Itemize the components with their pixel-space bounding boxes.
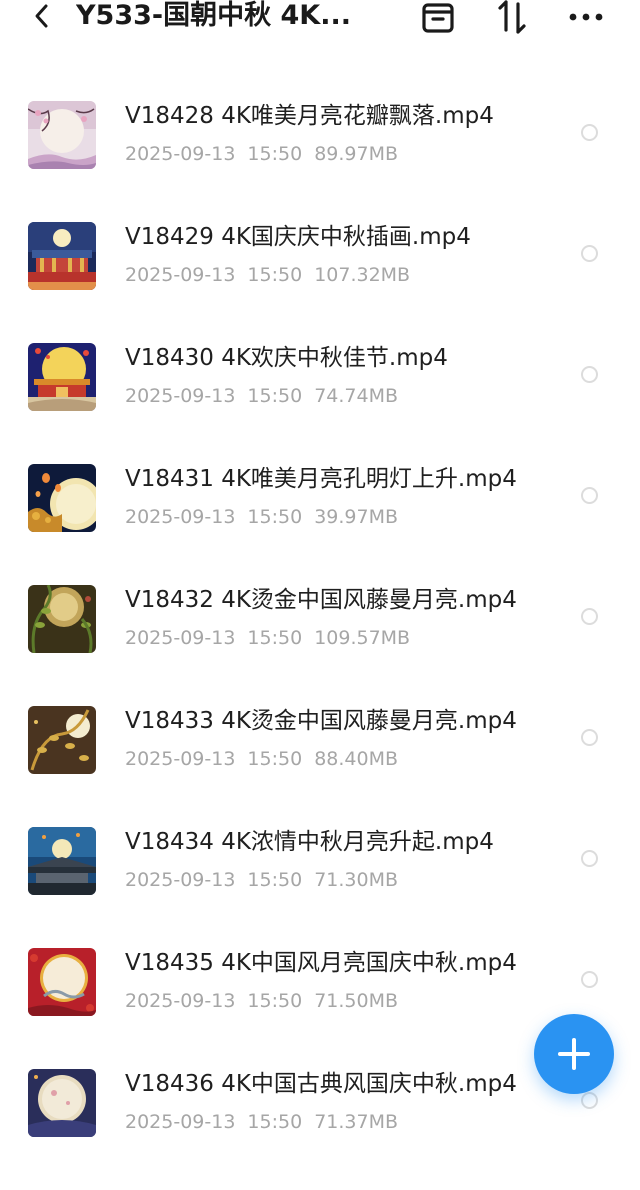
file-size: 107.32MB [314, 264, 411, 286]
video-thumbnail [28, 222, 96, 290]
select-radio[interactable] [581, 124, 598, 141]
select-radio[interactable] [581, 1092, 598, 1109]
file-meta: 2025-09-13 15:50 71.30MB [125, 867, 410, 893]
file-meta: 2025-09-13 15:50 39.97MB [125, 504, 410, 530]
file-time: 15:50 [247, 748, 303, 770]
select-radio[interactable] [581, 366, 598, 383]
file-row[interactable]: V18430 4K欢庆中秋佳节.mp4 2025-09-13 15:50 74.74… [0, 343, 640, 464]
select-radio[interactable] [581, 245, 598, 262]
file-row[interactable]: V18432 4K烫金中国风藤曼月亮.mp4 2025-09-13 15:50 10… [0, 585, 640, 706]
video-thumbnail [28, 343, 96, 411]
file-name: V18429 4K国庆庆中秋插画.mp4 [125, 224, 471, 250]
more-button[interactable] [564, 0, 608, 34]
file-time: 15:50 [247, 143, 303, 165]
file-meta: 2025-09-13 15:50 88.40MB [125, 746, 410, 772]
more-dots-icon [569, 13, 603, 21]
file-row[interactable]: V18433 4K烫金中国风藤曼月亮.mp4 2025-09-13 15:50 88… [0, 706, 640, 827]
archive-button[interactable] [416, 0, 460, 34]
file-row[interactable]: V18428 4K唯美月亮花瓣飘落.mp4 2025-09-13 15:50 89.… [0, 101, 640, 222]
video-thumbnail [28, 1069, 96, 1137]
top-bar: Y533-国朝中秋 4K... [0, 0, 640, 60]
video-thumbnail [28, 706, 96, 774]
file-date: 2025-09-13 [125, 990, 236, 1012]
file-meta: 2025-09-13 15:50 74.74MB [125, 383, 410, 409]
file-name: V18431 4K唯美月亮孔明灯上升.mp4 [125, 466, 517, 492]
file-size: 74.74MB [314, 385, 399, 407]
video-thumbnail [28, 101, 96, 169]
back-button[interactable] [22, 0, 62, 32]
video-thumbnail [28, 585, 96, 653]
file-size: 71.37MB [314, 1111, 399, 1133]
file-time: 15:50 [247, 869, 303, 891]
file-date: 2025-09-13 [125, 869, 236, 891]
sort-arrows-icon [498, 0, 526, 34]
file-time: 15:50 [247, 627, 303, 649]
select-radio[interactable] [581, 729, 598, 746]
file-meta: 2025-09-13 15:50 109.57MB [125, 625, 422, 651]
file-time: 15:50 [247, 264, 303, 286]
file-date: 2025-09-13 [125, 143, 236, 165]
plus-icon [558, 1038, 590, 1070]
file-name: V18434 4K浓情中秋月亮升起.mp4 [125, 829, 494, 855]
file-row[interactable]: V18434 4K浓情中秋月亮升起.mp4 2025-09-13 15:50 71.… [0, 827, 640, 948]
file-date: 2025-09-13 [125, 506, 236, 528]
file-date: 2025-09-13 [125, 627, 236, 649]
file-meta: 2025-09-13 15:50 107.32MB [125, 262, 422, 288]
file-size: 88.40MB [314, 748, 399, 770]
file-meta: 2025-09-13 15:50 89.97MB [125, 141, 410, 167]
file-date: 2025-09-13 [125, 385, 236, 407]
sort-button[interactable] [490, 0, 534, 34]
file-date: 2025-09-13 [125, 1111, 236, 1133]
file-size: 71.30MB [314, 869, 399, 891]
select-radio[interactable] [581, 971, 598, 988]
file-meta: 2025-09-13 15:50 71.50MB [125, 988, 410, 1014]
select-radio[interactable] [581, 487, 598, 504]
video-thumbnail [28, 464, 96, 532]
file-name: V18433 4K烫金中国风藤曼月亮.mp4 [125, 708, 517, 734]
chevron-left-icon [35, 4, 48, 28]
select-radio[interactable] [581, 608, 598, 625]
archive-box-icon [422, 3, 454, 33]
file-name: V18435 4K中国风月亮国庆中秋.mp4 [125, 950, 517, 976]
file-name: V18430 4K欢庆中秋佳节.mp4 [125, 345, 448, 371]
add-button[interactable] [534, 1014, 614, 1094]
file-time: 15:50 [247, 990, 303, 1012]
file-date: 2025-09-13 [125, 748, 236, 770]
file-time: 15:50 [247, 506, 303, 528]
file-name: V18432 4K烫金中国风藤曼月亮.mp4 [125, 587, 517, 613]
file-row[interactable]: V18431 4K唯美月亮孔明灯上升.mp4 2025-09-13 15:50 39… [0, 464, 640, 585]
file-row[interactable]: V18429 4K国庆庆中秋插画.mp4 2025-09-13 15:50 107.… [0, 222, 640, 343]
file-name: V18436 4K中国古典风国庆中秋.mp4 [125, 1071, 517, 1097]
file-size: 109.57MB [314, 627, 411, 649]
video-thumbnail [28, 948, 96, 1016]
file-size: 71.50MB [314, 990, 399, 1012]
file-size: 89.97MB [314, 143, 399, 165]
file-time: 15:50 [247, 1111, 303, 1133]
file-meta: 2025-09-13 15:50 71.37MB [125, 1109, 410, 1135]
file-row[interactable]: V18436 4K中国古典风国庆中秋.mp4 2025-09-13 15:50 71… [0, 1069, 640, 1190]
file-size: 39.97MB [314, 506, 399, 528]
video-thumbnail [28, 827, 96, 895]
page-title: Y533-国朝中秋 4K... [76, 0, 351, 31]
file-name: V18428 4K唯美月亮花瓣飘落.mp4 [125, 103, 494, 129]
file-time: 15:50 [247, 385, 303, 407]
select-radio[interactable] [581, 850, 598, 867]
file-date: 2025-09-13 [125, 264, 236, 286]
